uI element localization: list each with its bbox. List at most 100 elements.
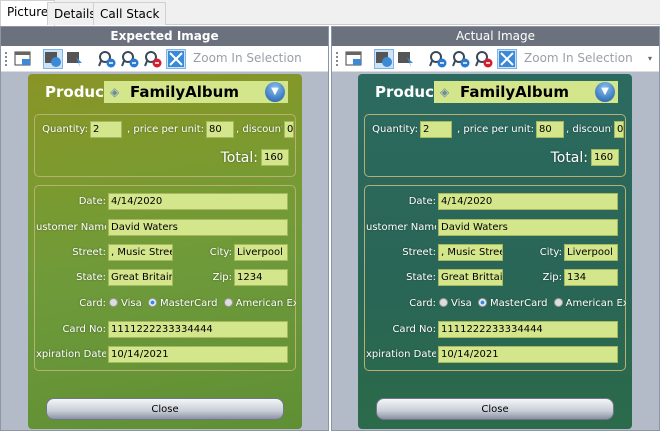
order-form: Product: ◈ FamilyAlbum ▼ Quantity: 2 , pr… — [358, 74, 632, 429]
street-field[interactable]: , Music Street — [108, 244, 173, 261]
pan-hand-icon[interactable] — [374, 49, 394, 69]
toolbar-grip[interactable] — [336, 52, 338, 66]
customer-name-label: ustomer Name: — [36, 222, 106, 233]
date-field[interactable]: 4/14/2020 — [108, 193, 288, 210]
close-button[interactable]: Close — [376, 398, 614, 420]
total-label: Total: — [220, 150, 258, 166]
zip-label: Zip: — [542, 272, 562, 283]
state-field[interactable]: Great Britain — [108, 269, 173, 286]
album-icon: ◈ — [110, 85, 120, 99]
zip-field[interactable]: 1234 — [234, 269, 288, 286]
card-radio-group: Visa MasterCard American Expre — [436, 295, 626, 312]
zoom-in-selection-button[interactable]: Zoom In Selection — [524, 51, 633, 65]
radio-amex[interactable] — [223, 298, 233, 307]
discount-field[interactable]: 0 — [284, 121, 294, 138]
street-label: Street: — [72, 247, 106, 258]
card-number-field[interactable]: 1111222233334444 — [108, 321, 288, 338]
select-pointer-icon[interactable] — [396, 49, 416, 69]
zip-label: Zip: — [212, 272, 232, 283]
fit-to-window-icon[interactable] — [166, 49, 186, 69]
zoom-in-selection-button[interactable]: Zoom In Selection — [193, 51, 302, 65]
fit-to-window-icon[interactable] — [497, 49, 517, 69]
radio-mastercard[interactable] — [147, 298, 157, 307]
image-toolbar: Zoom In Selection — [1, 46, 328, 72]
expiration-date-label: xpiration Date: — [366, 349, 436, 360]
radio-visa[interactable] — [109, 298, 118, 307]
actual-image-panel: Actual Image Zoom In Selection ▾ Product… — [331, 26, 660, 431]
city-label: City: — [209, 247, 232, 258]
panel-title: Actual Image — [332, 27, 659, 46]
panel-title: Expected Image — [1, 27, 328, 46]
customer-name-field[interactable]: David Waters — [438, 219, 618, 236]
zip-field[interactable]: 134 — [564, 269, 618, 286]
radio-mastercard-label: MasterCard — [159, 298, 218, 309]
quantity-label: Quantity: — [42, 124, 88, 135]
radio-amex-label: American Expre — [235, 298, 296, 309]
radio-visa[interactable] — [439, 298, 448, 307]
total-field[interactable]: 160 — [591, 149, 619, 166]
order-form: Product: ◈ FamilyAlbum ▼ Quantity: 2 , pr… — [28, 74, 302, 429]
radio-amex-label: American Expre — [565, 298, 626, 309]
quantity-field[interactable]: 2 — [420, 121, 452, 138]
discount-label: , discount: — [236, 124, 282, 135]
price-field[interactable]: 80 — [536, 121, 564, 138]
window-image-icon[interactable] — [13, 49, 33, 69]
radio-visa-label: Visa — [451, 298, 472, 309]
close-button[interactable]: Close — [46, 398, 284, 420]
date-label: Date: — [408, 196, 436, 207]
image-toolbar: Zoom In Selection ▾ — [332, 46, 659, 72]
product-value: FamilyAlbum — [460, 83, 569, 101]
product-dropdown[interactable]: ◈ FamilyAlbum ▼ — [104, 81, 288, 103]
card-number-label: Card No: — [62, 324, 106, 335]
dropdown-arrow-icon[interactable]: ▼ — [265, 82, 285, 102]
customer-name-field[interactable]: David Waters — [108, 219, 288, 236]
dropdown-arrow-icon[interactable]: ▼ — [595, 82, 615, 102]
tab-bar: Picture Details Call Stack — [0, 0, 660, 26]
quantity-label: Quantity: — [372, 124, 418, 135]
total-label: Total: — [550, 150, 588, 166]
zoom-out-icon[interactable] — [451, 49, 471, 69]
window-image-icon[interactable] — [344, 49, 364, 69]
card-number-label: Card No: — [392, 324, 436, 335]
city-field[interactable]: Liverpool — [234, 244, 288, 261]
date-label: Date: — [78, 196, 106, 207]
total-field[interactable]: 160 — [261, 149, 289, 166]
radio-mastercard[interactable] — [477, 298, 487, 307]
tab-call-stack[interactable]: Call Stack — [93, 2, 167, 25]
radio-mastercard-label: MasterCard — [489, 298, 548, 309]
state-field[interactable]: Great Brittain — [438, 269, 503, 286]
quantity-field[interactable]: 2 — [90, 121, 122, 138]
state-label: State: — [76, 272, 106, 283]
expiration-date-field[interactable]: 10/14/2021 — [438, 346, 618, 363]
zoom-reset-icon[interactable] — [143, 49, 163, 69]
expiration-date-field[interactable]: 10/14/2021 — [108, 346, 288, 363]
zoom-out-icon[interactable] — [120, 49, 140, 69]
zoom-in-icon[interactable] — [97, 49, 117, 69]
card-label: Card: — [79, 298, 106, 309]
discount-field[interactable]: 0 — [614, 121, 624, 138]
zoom-reset-icon[interactable] — [474, 49, 494, 69]
street-label: Street: — [402, 247, 436, 258]
product-dropdown[interactable]: ◈ FamilyAlbum ▼ — [434, 81, 618, 103]
toolbar-overflow-icon[interactable]: ▾ — [648, 54, 652, 63]
radio-visa-label: Visa — [121, 298, 142, 309]
zoom-in-icon[interactable] — [428, 49, 448, 69]
toolbar-grip[interactable] — [5, 52, 7, 66]
price-label: , price per unit: — [127, 124, 204, 135]
radio-amex[interactable] — [553, 298, 563, 307]
card-label: Card: — [409, 298, 436, 309]
price-field[interactable]: 80 — [206, 121, 234, 138]
city-field[interactable]: Liverpool — [564, 244, 618, 261]
card-radio-group: Visa MasterCard American Expre — [106, 295, 296, 312]
state-label: State: — [406, 272, 436, 283]
album-icon: ◈ — [440, 85, 450, 99]
expected-image-panel: Expected Image Zoom In Selection Product… — [0, 26, 329, 431]
date-field[interactable]: 4/14/2020 — [438, 193, 618, 210]
pan-hand-icon[interactable] — [43, 49, 63, 69]
customer-name-label: ustomer Name: — [366, 222, 436, 233]
product-value: FamilyAlbum — [130, 83, 239, 101]
select-pointer-icon[interactable] — [65, 49, 85, 69]
discount-label: , discount: — [566, 124, 612, 135]
street-field[interactable]: , Music Street — [438, 244, 503, 261]
card-number-field[interactable]: 1111222233334444 — [438, 321, 618, 338]
